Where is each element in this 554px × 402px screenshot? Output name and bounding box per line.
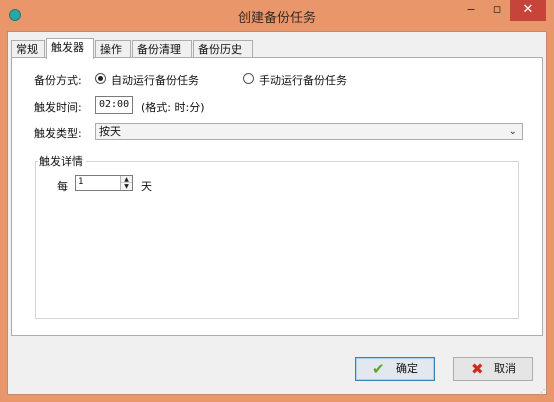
resize-grip-icon[interactable]: ⋰	[540, 386, 548, 394]
minimize-button[interactable]: ‒	[458, 0, 484, 21]
ok-button-label: 确定	[396, 362, 418, 375]
maximize-button[interactable]: ▫	[484, 0, 510, 21]
chevron-down-icon: ⌄	[508, 126, 517, 137]
manual-run-radio[interactable]	[243, 73, 254, 84]
dialog-window: 创建备份任务 ‒ ▫ ✕ 常规 触发器 操作 备份清理 备份历史 备份方式: 自…	[0, 0, 554, 402]
every-label: 每	[57, 180, 68, 193]
title-bar[interactable]: 创建备份任务 ‒ ▫ ✕	[0, 0, 554, 30]
trigger-details-legend: 触发详情	[38, 153, 86, 169]
auto-run-radio[interactable]	[95, 73, 106, 84]
cancel-button[interactable]: ✖ 取消	[453, 357, 533, 381]
backup-mode-label: 备份方式:	[34, 74, 82, 87]
trigger-type-select[interactable]: 按天 ⌄	[95, 123, 523, 140]
close-icon: ✕	[522, 2, 534, 17]
maximize-icon: ▫	[492, 2, 502, 17]
stepper-down-icon[interactable]: ▼	[121, 183, 132, 190]
trigger-type-label: 触发类型:	[34, 127, 82, 140]
tab-backup-history[interactable]: 备份历史	[193, 40, 253, 58]
tab-trigger[interactable]: 触发器	[46, 38, 94, 59]
stepper-up-icon[interactable]: ▲	[121, 176, 132, 183]
minimize-icon: ‒	[466, 2, 476, 17]
tab-action[interactable]: 操作	[95, 40, 131, 58]
stepper-buttons: ▲ ▼	[120, 176, 132, 190]
day-unit-label: 天	[141, 180, 152, 193]
trigger-time-label: 触发时间:	[34, 101, 82, 114]
interval-value: 1	[78, 177, 84, 187]
time-format-hint: (格式: 时:分)	[141, 101, 205, 114]
ok-button[interactable]: ✔ 确定	[355, 357, 435, 381]
tab-general[interactable]: 常规	[11, 40, 45, 58]
trigger-time-input[interactable]: 02:00	[95, 96, 133, 114]
manual-run-label[interactable]: 手动运行备份任务	[259, 72, 347, 88]
checkmark-icon: ✔	[372, 360, 385, 378]
trigger-type-value: 按天	[99, 125, 121, 138]
cancel-button-label: 取消	[494, 362, 516, 375]
close-button[interactable]: ✕	[510, 0, 546, 21]
interval-stepper[interactable]: 1 ▲ ▼	[75, 175, 133, 191]
cancel-x-icon: ✖	[471, 360, 484, 378]
tab-backup-cleanup[interactable]: 备份清理	[132, 40, 192, 58]
auto-run-label[interactable]: 自动运行备份任务	[111, 72, 199, 88]
